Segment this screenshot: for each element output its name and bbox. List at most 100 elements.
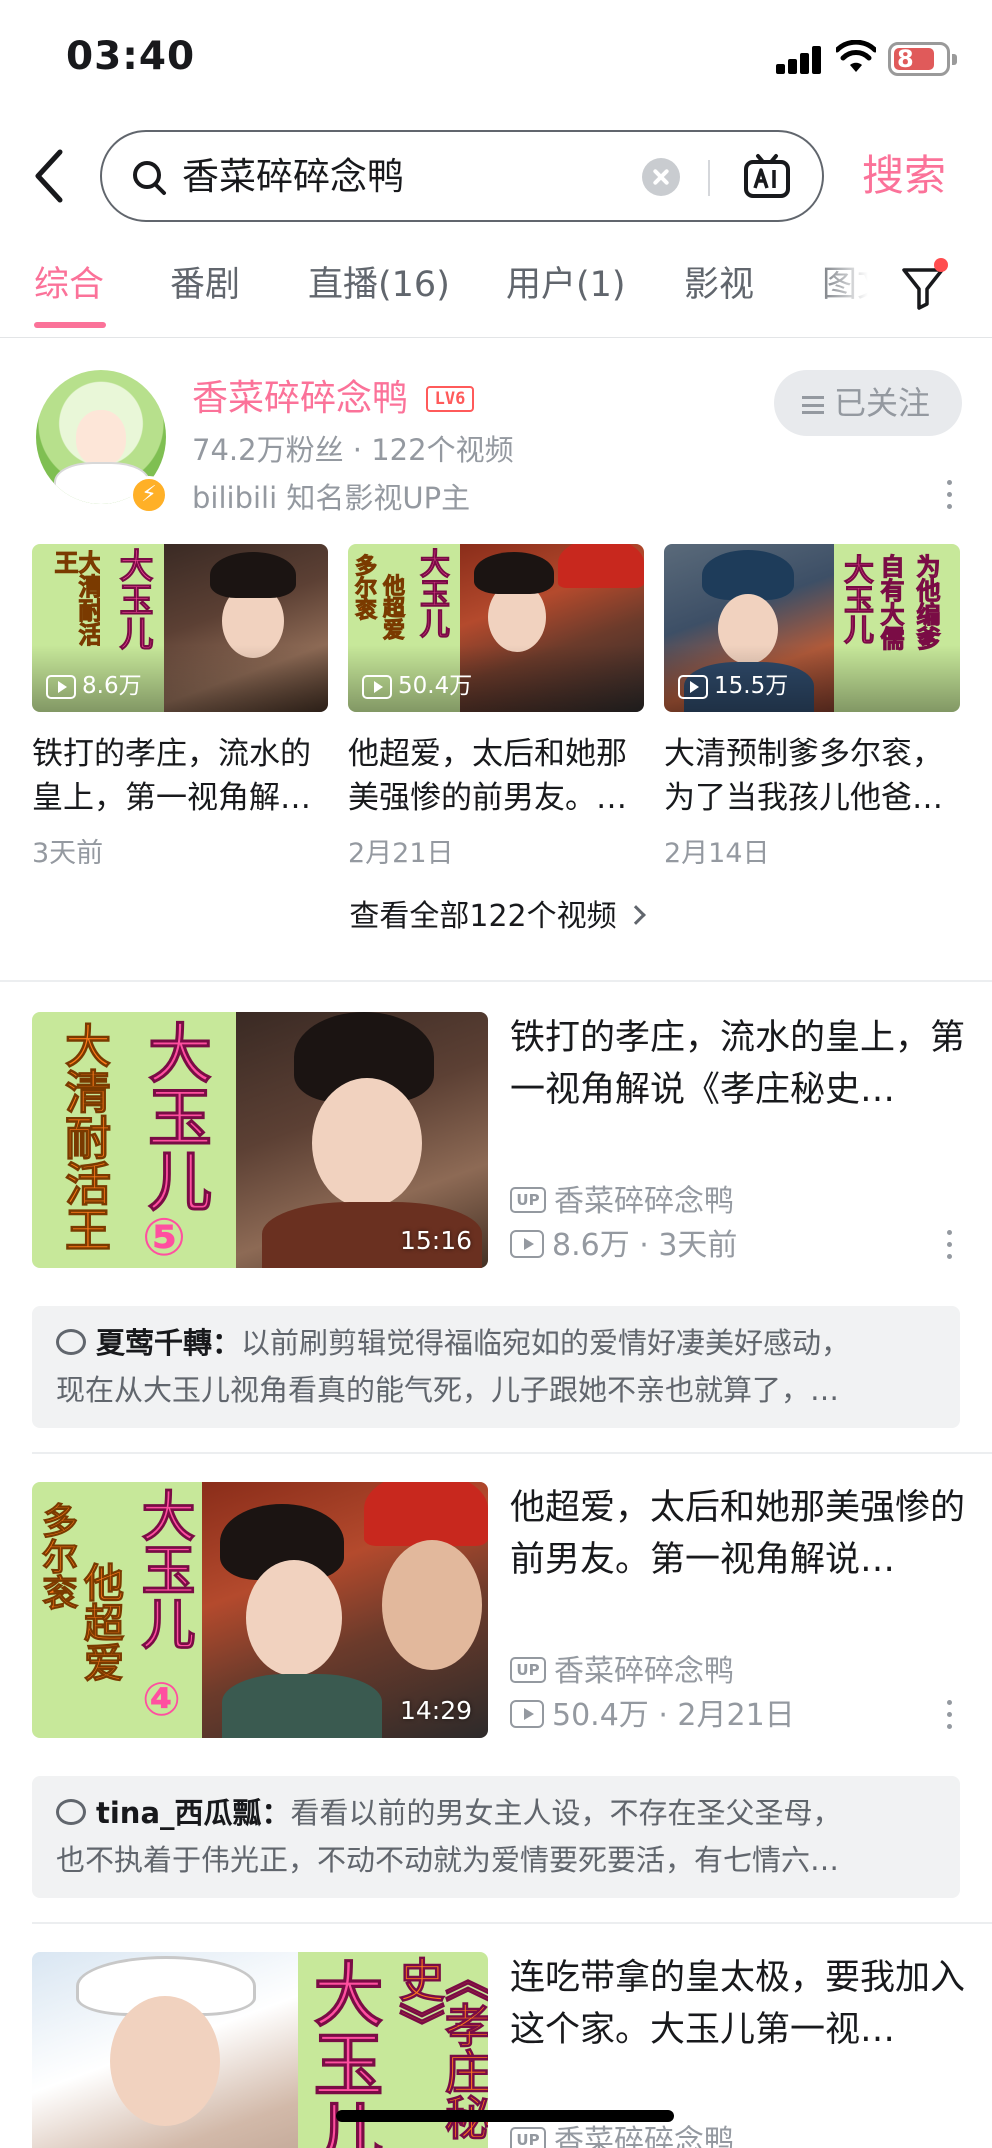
- search-box[interactable]: [100, 130, 824, 222]
- tab-indicator: [34, 322, 106, 328]
- ai-icon[interactable]: [742, 152, 792, 202]
- thumb-caption: 他超爱: [77, 1562, 124, 1683]
- comment-icon: [56, 1799, 86, 1825]
- tab-live[interactable]: 直播(16): [308, 260, 450, 310]
- uploader[interactable]: UP 香菜碎碎念鸭: [510, 1652, 734, 1692]
- user-video-card[interactable]: 多尔衮 他超爱 大玉儿 50.4万 他超爱，太后和她那美强惨的前男友。… 2月2…: [348, 544, 644, 874]
- video-title[interactable]: 铁打的孝庄，流水的皇上，第一视角解说《孝庄秘史…: [510, 1012, 966, 1116]
- comment-text: 看看以前的男女主人设，不存在圣父圣母，: [290, 1796, 842, 1830]
- video-title[interactable]: 他超爱，太后和她那美强惨的前男友。…: [348, 732, 644, 820]
- top-comment[interactable]: 夏莺千轉：以前刷剪辑觉得福临宛如的爱情好凄美好感动， 现在从大玉儿视角看真的能气…: [32, 1306, 960, 1428]
- video-date: 2月14日: [664, 838, 770, 869]
- video-title[interactable]: 大清预制爹多尔衮，为了当我孩儿他爸…: [664, 732, 960, 820]
- list-icon: [802, 396, 824, 414]
- user-description: bilibili 知名影视UP主: [192, 481, 471, 515]
- video-title[interactable]: 铁打的孝庄，流水的皇上，第一视角解…: [32, 732, 328, 820]
- comment-text: 以前刷剪辑觉得福临宛如的爱情好凄美好感动，: [241, 1326, 851, 1360]
- thumb-caption: 自有大儒: [876, 554, 905, 651]
- more-icon[interactable]: [944, 1700, 954, 1736]
- battery-icon: 8: [888, 42, 957, 76]
- thumb-caption: 为他编爹: [912, 554, 941, 651]
- video-duration: 14:29: [399, 1696, 472, 1725]
- user-stats: 74.2万粉丝 · 122个视频: [192, 433, 514, 467]
- user-name[interactable]: 香菜碎碎念鸭: [192, 374, 408, 424]
- view-count: 15.5万: [678, 672, 788, 700]
- tab-all[interactable]: 综合: [34, 260, 104, 310]
- play-icon: [362, 674, 392, 699]
- uploader[interactable]: UP 香菜碎碎念鸭: [510, 1182, 734, 1222]
- video-date: 2月21日: [348, 838, 454, 869]
- comment-icon: [56, 1329, 86, 1355]
- tab-fade: [812, 252, 892, 332]
- level-badge: LV6: [426, 386, 474, 412]
- divider: [32, 1452, 992, 1454]
- thumb-caption: 大玉儿: [838, 554, 874, 645]
- comment-text: 现在从大玉儿视角看真的能气死，儿子跟她不亲也就算了，…: [56, 1373, 840, 1407]
- view-count: 8.6万: [46, 672, 142, 700]
- tab-bangumi[interactable]: 番剧: [170, 260, 240, 310]
- up-icon: UP: [510, 1656, 546, 1683]
- video-thumbnail[interactable]: 大玉儿 大清耐活王 8.6万: [32, 544, 328, 712]
- home-indicator[interactable]: [336, 2110, 674, 2122]
- thumb-episode: ⑤: [142, 1208, 187, 1268]
- user-card[interactable]: ⚡ 香菜碎碎念鸭 LV6 已关注 74.2万粉丝 · 122个视频 bilibi…: [0, 340, 992, 980]
- back-icon[interactable]: [26, 146, 76, 206]
- chevron-right-icon: [625, 904, 646, 925]
- user-video-card[interactable]: 大玉儿 自有大儒 为他编爹 15.5万 大清预制爹多尔衮，为了当我孩儿他爸… 2…: [664, 544, 960, 874]
- play-icon: [510, 1699, 544, 1728]
- status-bar: 03:40 8: [0, 0, 992, 120]
- thumb-caption: 大玉儿: [132, 1488, 196, 1651]
- video-result[interactable]: 多尔衮 他超爱 大玉儿 ④ 14:29 他超爱，太后和她那美强惨的前男友。第一视…: [0, 1482, 992, 1902]
- wifi-icon: [836, 40, 876, 72]
- uploader[interactable]: UP 香菜碎碎念鸭: [510, 2122, 734, 2148]
- top-comment[interactable]: tina_西瓜瓢：看看以前的男女主人设，不存在圣父圣母， 也不执着于伟光正，不动…: [32, 1776, 960, 1898]
- search-results-page: 03:40 8 搜索: [0, 0, 992, 2148]
- comment-user: tina_西瓜瓢：: [96, 1796, 291, 1830]
- video-thumbnail[interactable]: 大玉儿 ⑤ 大清耐活王 15:16: [32, 1012, 488, 1268]
- signal-icon: [776, 46, 824, 74]
- tab-bar: 综合 番剧 直播(16) 用户(1) 影视 图文: [0, 252, 992, 338]
- video-title[interactable]: 他超爱，太后和她那美强惨的前男友。第一视角解说…: [510, 1482, 966, 1586]
- video-title[interactable]: 连吃带拿的皇太极，要我加入这个家。大玉儿第一视…: [510, 1952, 966, 2056]
- view-all-videos-link[interactable]: 查看全部122个视频: [0, 894, 992, 940]
- user-video-card[interactable]: 大玉儿 大清耐活王 8.6万 铁打的孝庄，流水的皇上，第一视角解… 3天前: [32, 544, 328, 874]
- up-icon: UP: [510, 2126, 546, 2148]
- status-time: 03:40: [66, 34, 196, 79]
- battery-level: 8: [897, 45, 914, 73]
- filter-badge-dot: [934, 258, 948, 272]
- video-thumbnail[interactable]: 多尔衮 他超爱 大玉儿 50.4万: [348, 544, 644, 712]
- more-icon[interactable]: [944, 480, 954, 516]
- comment-text: 也不执着于伟光正，不动不动就为爱情要死要活，有七情六…: [56, 1843, 840, 1877]
- followed-button[interactable]: 已关注: [774, 370, 962, 436]
- clear-icon[interactable]: [642, 158, 680, 196]
- divider: [0, 980, 992, 982]
- thumb-episode: ④: [142, 1672, 181, 1726]
- search-icon: [133, 161, 166, 195]
- thumb-caption: 大玉儿: [113, 548, 154, 651]
- tab-users[interactable]: 用户(1): [506, 260, 626, 310]
- up-icon: UP: [510, 1186, 546, 1213]
- thumb-caption: 大清耐活王: [58, 1022, 113, 1253]
- video-thumbnail[interactable]: 多尔衮 他超爱 大玉儿 ④ 14:29: [32, 1482, 488, 1738]
- thumb-caption: 他超爱: [379, 574, 405, 641]
- play-icon: [510, 1229, 544, 1258]
- video-date: 3天前: [32, 838, 104, 869]
- thumb-caption: 多尔衮: [36, 1502, 78, 1611]
- thumb-caption: 大清耐活王: [52, 550, 100, 647]
- play-icon: [46, 674, 76, 699]
- search-button[interactable]: 搜索: [862, 150, 946, 202]
- video-stats: 50.4万 · 2月21日: [510, 1696, 795, 1736]
- video-stats: 8.6万 · 3天前: [510, 1226, 737, 1266]
- thumb-caption: 大玉儿: [414, 548, 450, 639]
- tab-film[interactable]: 影视: [684, 260, 754, 310]
- divider: [32, 1922, 992, 1924]
- more-icon[interactable]: [944, 1230, 954, 1266]
- video-result[interactable]: 大玉儿 ⑤ 大清耐活王 15:16 铁打的孝庄，流水的皇上，第一视角解说《孝庄秘…: [0, 1012, 992, 1432]
- divider: [708, 160, 710, 196]
- search-input[interactable]: [182, 152, 702, 202]
- video-thumbnail[interactable]: 大玉儿 自有大儒 为他编爹 15.5万: [664, 544, 960, 712]
- verified-badge-icon: ⚡: [130, 476, 168, 514]
- comment-user: 夏莺千轉：: [96, 1326, 242, 1360]
- video-duration: 15:16: [399, 1226, 472, 1255]
- thumb-caption: 多尔衮: [351, 554, 377, 621]
